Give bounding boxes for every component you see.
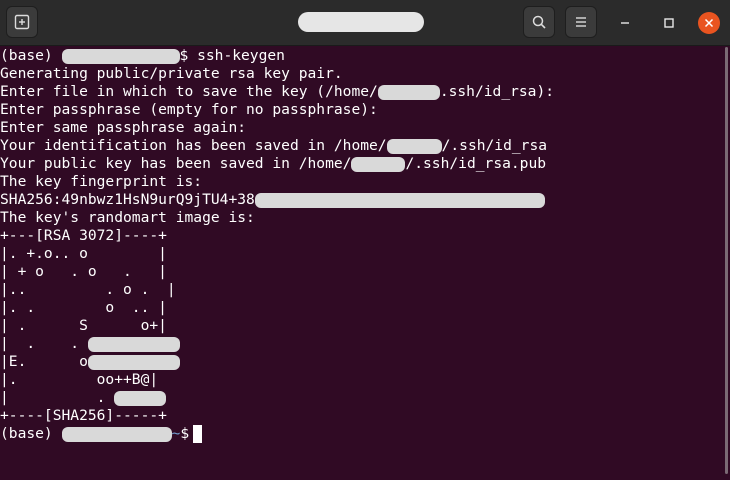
new-tab-icon xyxy=(14,14,30,30)
redacted-path xyxy=(386,139,442,154)
hamburger-menu-icon xyxy=(576,17,586,27)
fingerprint-text: SHA256:49nbwz1HsN9urQ9jTU4+38 xyxy=(0,191,255,208)
randomart-text: | . xyxy=(0,389,115,406)
redacted-randomart xyxy=(87,355,180,370)
redacted-randomart xyxy=(114,391,167,406)
randomart-text: |. +.o.. o | xyxy=(0,245,167,262)
randomart-line: |. . o .. | xyxy=(0,299,720,317)
minimize-icon xyxy=(621,22,629,24)
minimize-button[interactable] xyxy=(614,12,636,34)
prompt-symbol: $ xyxy=(180,425,190,442)
redacted-path xyxy=(351,157,406,172)
maximize-button[interactable] xyxy=(658,12,680,34)
text-cursor[interactable] xyxy=(193,425,203,443)
terminal-line: SHA256:49nbwz1HsN9urQ9jTU4+38 xyxy=(0,191,720,209)
terminal-line: (base) $ ssh-keygen xyxy=(0,47,720,65)
output-text: Your identification has been saved in /h… xyxy=(0,137,387,154)
search-button[interactable] xyxy=(523,6,555,38)
output-text: The key's randomart image is: xyxy=(0,209,255,226)
terminal-output[interactable]: (base) $ ssh-keygen Generating public/pr… xyxy=(0,47,720,480)
randomart-text: |. . o .. | xyxy=(0,299,167,316)
randomart-line: | . S o+| xyxy=(0,317,720,335)
terminal-line: Your public key has been saved in /home/… xyxy=(0,155,720,173)
randomart-line: | . . xyxy=(0,335,720,353)
output-text: .ssh/id_rsa): xyxy=(439,83,555,100)
output-text: Generating public/private rsa key pair. xyxy=(0,65,343,82)
output-text: Enter file in which to save the key (/ho… xyxy=(0,83,378,100)
prompt-env: (base) xyxy=(0,47,62,64)
randomart-text: |. oo++B@| xyxy=(0,371,159,388)
close-icon xyxy=(704,18,714,28)
randomart-text: |E. o xyxy=(0,353,88,370)
terminal-prompt-line[interactable]: (base) ~$ xyxy=(0,425,720,443)
randomart-line: +---[RSA 3072]----+ xyxy=(0,227,720,245)
randomart-line: |. +.o.. o | xyxy=(0,245,720,263)
randomart-line: | . xyxy=(0,389,720,407)
output-text: /.ssh/id_rsa.pub xyxy=(405,155,547,172)
output-text: Your public key has been saved in /home/ xyxy=(0,155,352,172)
menu-button[interactable] xyxy=(565,6,597,38)
redacted-randomart xyxy=(87,337,180,352)
terminal-line: Enter file in which to save the key (/ho… xyxy=(0,83,720,101)
scrollbar-thumb[interactable] xyxy=(725,47,728,474)
output-text: Enter same passphrase again: xyxy=(0,119,247,136)
randomart-text: | . . xyxy=(0,335,88,352)
maximize-icon xyxy=(664,18,674,28)
terminal-line: Enter passphrase (empty for no passphras… xyxy=(0,101,720,119)
terminal-window: (base) $ ssh-keygen Generating public/pr… xyxy=(0,0,730,480)
prompt-path: ~ xyxy=(171,425,181,442)
redacted-username xyxy=(61,49,180,64)
prompt-env: (base) xyxy=(0,425,62,442)
randomart-text: +----[SHA256]-----+ xyxy=(0,407,167,424)
titlebar xyxy=(0,0,730,46)
search-icon xyxy=(532,15,546,29)
output-text: Enter passphrase (empty for no passphras… xyxy=(0,101,378,118)
terminal-line: Enter same passphrase again: xyxy=(0,119,720,137)
randomart-line: +----[SHA256]-----+ xyxy=(0,407,720,425)
terminal-line: The key fingerprint is: xyxy=(0,173,720,191)
randomart-line: | + o . o . | xyxy=(0,263,720,281)
randomart-line: |E. o xyxy=(0,353,720,371)
output-text: The key fingerprint is: xyxy=(0,173,203,190)
window-title-redacted xyxy=(298,12,424,32)
randomart-text: | + o . o . | xyxy=(0,263,167,280)
randomart-text: +---[RSA 3072]----+ xyxy=(0,227,167,244)
randomart-text: | . S o+| xyxy=(0,317,167,334)
redacted-path xyxy=(377,85,440,100)
redacted-fingerprint xyxy=(254,193,545,208)
randomart-line: |.. . o . | xyxy=(0,281,720,299)
output-text: /.ssh/id_rsa xyxy=(441,137,548,154)
randomart-line: |. oo++B@| xyxy=(0,371,720,389)
terminal-line: Your identification has been saved in /h… xyxy=(0,137,720,155)
new-tab-button[interactable] xyxy=(6,6,38,38)
command-text: $ ssh-keygen xyxy=(179,47,285,64)
terminal-line: Generating public/private rsa key pair. xyxy=(0,65,720,83)
redacted-username xyxy=(61,427,172,442)
terminal-line: The key's randomart image is: xyxy=(0,209,720,227)
close-button[interactable] xyxy=(698,12,720,34)
randomart-text: |.. . o . | xyxy=(0,281,176,298)
